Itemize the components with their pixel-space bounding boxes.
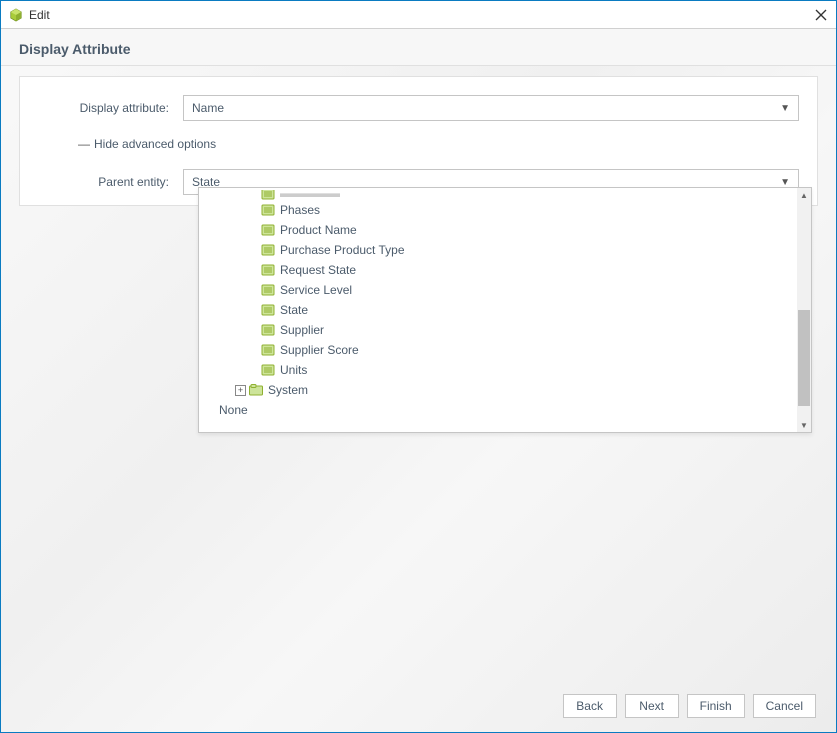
tree-item[interactable]: Purchase Product Type xyxy=(205,240,791,260)
display-attribute-select[interactable]: Name ▼ xyxy=(183,95,799,121)
parent-entity-label: Parent entity: xyxy=(38,175,183,189)
page-title: Display Attribute xyxy=(19,41,818,57)
app-icon xyxy=(9,8,23,22)
tree-item-label: Product Name xyxy=(280,223,357,237)
tree-item-label: Service Level xyxy=(280,283,352,297)
tree-item-label: Supplier Score xyxy=(280,343,359,357)
scroll-up-arrow[interactable]: ▲ xyxy=(797,188,811,202)
next-button[interactable]: Next xyxy=(625,694,679,718)
dialog-buttons: Back Next Finish Cancel xyxy=(563,694,816,718)
entity-icon xyxy=(261,190,275,200)
tree-item-label: Supplier xyxy=(280,323,324,337)
tree-none-item[interactable]: None xyxy=(205,400,791,420)
collapse-icon: — xyxy=(78,137,88,151)
tree-item-label: Phases xyxy=(280,203,320,217)
parent-entity-dropdown: ▬▬▬▬▬ Phases Product Name Purchase Product… xyxy=(198,187,812,433)
titlebar: Edit xyxy=(1,1,836,29)
tree-item-label: System xyxy=(268,383,308,397)
tree-item[interactable]: Product Name xyxy=(205,220,791,240)
chevron-down-icon: ▼ xyxy=(780,177,790,188)
back-button[interactable]: Back xyxy=(563,694,617,718)
tree-folder-item[interactable]: + System xyxy=(205,380,791,400)
tree-item-label: None xyxy=(219,403,248,417)
close-icon[interactable] xyxy=(814,8,828,22)
tree-item[interactable]: Request State xyxy=(205,260,791,280)
tree-item[interactable]: Phases xyxy=(205,200,791,220)
entity-icon xyxy=(261,344,275,356)
scroll-down-arrow[interactable]: ▼ xyxy=(797,418,811,432)
tree-item[interactable]: Units xyxy=(205,360,791,380)
entity-icon xyxy=(261,224,275,236)
entity-icon xyxy=(261,284,275,296)
advanced-toggle-row[interactable]: — Hide advanced options xyxy=(38,137,799,151)
finish-button[interactable]: Finish xyxy=(687,694,745,718)
entity-icon xyxy=(261,304,275,316)
display-attribute-label: Display attribute: xyxy=(38,101,183,115)
dropdown-scrollbar[interactable]: ▲ ▼ xyxy=(797,188,811,432)
display-attribute-value: Name xyxy=(192,101,224,115)
cancel-button[interactable]: Cancel xyxy=(753,694,816,718)
expand-icon[interactable]: + xyxy=(235,385,246,396)
window-title: Edit xyxy=(29,8,814,22)
entity-icon xyxy=(261,324,275,336)
tree-item-label: Purchase Product Type xyxy=(280,243,405,257)
tree-item-label: Request State xyxy=(280,263,356,277)
content-panel: Display attribute: Name ▼ — Hide advance… xyxy=(19,76,818,206)
entity-icon xyxy=(261,364,275,376)
tree-item-label: Units xyxy=(280,363,307,377)
scroll-thumb[interactable] xyxy=(798,310,810,406)
display-attribute-row: Display attribute: Name ▼ xyxy=(38,95,799,121)
entity-icon xyxy=(261,244,275,256)
tree-item-label: State xyxy=(280,303,308,317)
advanced-toggle-label: Hide advanced options xyxy=(94,137,216,151)
chevron-down-icon: ▼ xyxy=(780,103,790,114)
entity-icon xyxy=(261,264,275,276)
entity-icon xyxy=(261,204,275,216)
tree-item[interactable]: Supplier xyxy=(205,320,791,340)
tree-item-cutoff[interactable]: ▬▬▬▬▬ xyxy=(205,190,791,200)
entity-tree: ▬▬▬▬▬ Phases Product Name Purchase Product… xyxy=(199,188,797,422)
folder-icon xyxy=(249,384,263,396)
tree-item[interactable]: Service Level xyxy=(205,280,791,300)
tree-item[interactable]: State xyxy=(205,300,791,320)
tree-item[interactable]: Supplier Score xyxy=(205,340,791,360)
dialog-header: Display Attribute xyxy=(1,29,836,66)
